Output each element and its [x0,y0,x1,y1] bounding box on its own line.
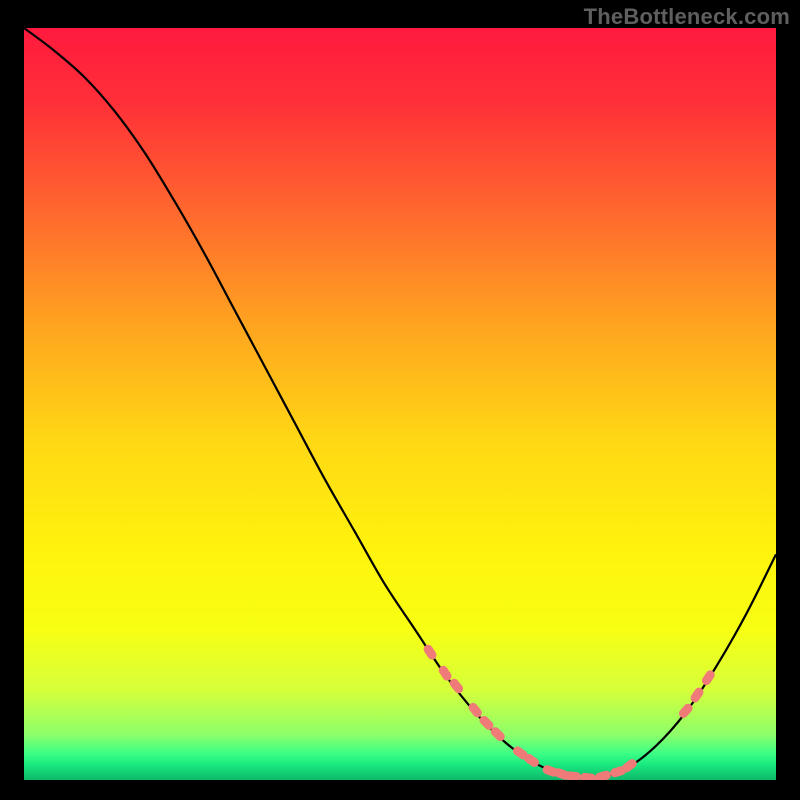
chart-svg [24,28,776,780]
watermark-label: TheBottleneck.com [584,4,790,30]
plot-area [24,28,776,780]
chart-stage: TheBottleneck.com [0,0,800,800]
